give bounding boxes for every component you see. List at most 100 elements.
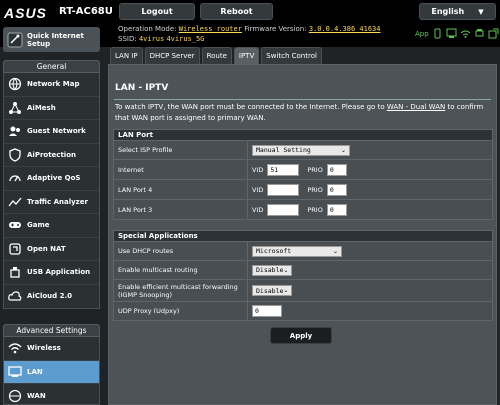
asus-logo: ASUS [4, 5, 47, 21]
guest-icon [8, 124, 22, 138]
wifi-icon [8, 341, 22, 355]
tab-bar: LAN IP DHCP Server Route IPTV Switch Con… [110, 47, 322, 64]
wifi-status-icon[interactable] [460, 28, 471, 39]
lan-port-4-row: LAN Port 4 VID PRIO 0 [113, 180, 493, 200]
isp-profile-label: Select ISP Profile [114, 141, 248, 159]
multicast-routing-label: Enable multicast routing [114, 261, 248, 279]
sidebar-item-label: Adaptive QoS [27, 174, 81, 183]
lan-port-4-label: LAN Port 4 [114, 180, 248, 199]
status-icons [432, 28, 499, 39]
network-status-icon[interactable] [446, 28, 457, 39]
ssid-5g: 4virus_5G [166, 35, 205, 43]
sidebar-item-label: Guest Network [27, 127, 86, 136]
sidebar-item-lan[interactable]: LAN [4, 360, 99, 384]
chevron-down-icon: ⌄ [283, 266, 289, 274]
lan3-vid-input[interactable] [267, 203, 300, 216]
sidebar-item-label: LAN [27, 367, 43, 376]
lan-port-3-label: LAN Port 3 [114, 200, 248, 219]
quick-internet-setup-button[interactable]: Quick Internet Setup [3, 27, 100, 52]
tab-switch-control[interactable]: Switch Control [261, 47, 322, 64]
sidebar-item-adaptive-qos[interactable]: Adaptive QoS [4, 167, 99, 191]
cloud-icon [8, 289, 22, 303]
section-heading: LAN Port [113, 129, 493, 141]
sidebar-item-game[interactable]: Game [4, 214, 99, 238]
udp-proxy-input[interactable]: 0 [252, 305, 282, 317]
tab-route[interactable]: Route [201, 47, 232, 64]
vid-label: VID [252, 185, 264, 194]
ssid-label: SSID: [118, 35, 137, 43]
external-link-icon[interactable] [488, 28, 499, 39]
lan3-prio-input[interactable]: 0 [326, 203, 347, 216]
apply-button[interactable]: Apply [270, 327, 332, 344]
ssid-line: SSID: 4virus 4virus_5G [118, 35, 204, 43]
tab-dhcp-server[interactable]: DHCP Server [144, 47, 200, 64]
sidebar-item-label: Game [27, 221, 50, 230]
description-text: To watch IPTV, the WAN port must be conn… [115, 103, 387, 111]
mobile-app-icon[interactable] [432, 28, 443, 39]
sidebar-item-usb-application[interactable]: USB Application [4, 261, 99, 285]
gamepad-icon [8, 218, 22, 232]
main-panel: LAN - IPTV To watch IPTV, the WAN port m… [108, 64, 497, 405]
sidebar-item-label: AiMesh [27, 103, 56, 112]
internet-prio-input[interactable]: 0 [326, 163, 347, 176]
general-heading: General [3, 60, 100, 73]
igmp-snooping-row: Enable efficient multicast forwarding (I… [113, 280, 493, 302]
language-select[interactable]: English ▼ [419, 3, 496, 20]
wand-icon [6, 31, 24, 49]
sidebar-item-wireless[interactable]: Wireless [4, 337, 99, 361]
ssid-2g: 4virus [138, 35, 165, 43]
vid-label: VID [252, 205, 264, 214]
sidebar-item-aicloud[interactable]: AiCloud 2.0 [4, 285, 99, 309]
udp-proxy-row: UDP Proxy (Udpxy) 0 [113, 302, 493, 321]
chevron-down-icon: ⌄ [332, 247, 338, 255]
mesh-icon [8, 101, 22, 115]
dhcp-routes-row: Use DHCP routes Microsoft ⌄ [113, 242, 493, 261]
igmp-snooping-label: Enable efficient multicast forwarding (I… [114, 280, 248, 301]
vid-label: VID [252, 165, 264, 174]
app-link[interactable]: App [415, 30, 429, 38]
sidebar-item-open-nat[interactable]: Open NAT [4, 238, 99, 261]
special-applications-section: Special Applications Use DHCP routes Mic… [113, 230, 493, 321]
lan-icon [8, 365, 22, 379]
isp-profile-value: Manual Setting [256, 146, 311, 154]
lan4-prio-input[interactable]: 0 [326, 183, 347, 196]
globe-icon [8, 77, 22, 91]
chevron-down-icon: ▼ [478, 7, 484, 16]
isp-profile-row: Select ISP Profile Manual Setting ⌄ [113, 141, 493, 160]
usb-status-icon[interactable] [474, 28, 485, 39]
tab-iptv[interactable]: IPTV [233, 47, 260, 64]
operation-mode-label: Operation Mode: [118, 25, 177, 33]
sidebar-item-aiprotection[interactable]: AiProtection [4, 144, 99, 167]
sidebar-item-aimesh[interactable]: AiMesh [4, 97, 99, 120]
lan4-vid-input[interactable] [267, 183, 300, 196]
firmware-version-link[interactable]: 3.0.0.4.386_41634 [309, 25, 381, 33]
sidebar-item-wan[interactable]: WAN [4, 384, 99, 404]
sidebar-item-label: Traffic Analyzer [27, 197, 88, 206]
page-description: To watch IPTV, the WAN port must be conn… [115, 102, 493, 124]
prio-label: PRIO [307, 185, 323, 194]
operation-mode-line: Operation Mode: Wireless router Firmware… [118, 25, 380, 33]
advanced-nav: Wireless LAN WAN [3, 337, 100, 405]
udp-proxy-label: UDP Proxy (Udpxy) [114, 302, 248, 320]
tab-lan-ip[interactable]: LAN IP [110, 47, 143, 64]
section-heading: Special Applications [113, 230, 493, 242]
logout-button[interactable]: Logout [119, 3, 195, 20]
isp-profile-select[interactable]: Manual Setting ⌄ [252, 144, 350, 156]
wan-dual-wan-link[interactable]: WAN - Dual WAN [387, 103, 445, 111]
internet-vid-input[interactable]: 51 [267, 163, 300, 176]
sidebar-item-traffic-analyzer[interactable]: Traffic Analyzer [4, 191, 99, 214]
internet-label: Internet [114, 160, 248, 179]
dhcp-routes-select[interactable]: Microsoft ⌄ [252, 245, 342, 257]
sidebar-item-network-map[interactable]: Network Map [4, 73, 99, 97]
igmp-snooping-select[interactable]: Disable ⌄ [252, 285, 292, 296]
sidebar-item-guest-network[interactable]: Guest Network [4, 120, 99, 144]
multicast-routing-select[interactable]: Disable ⌄ [252, 264, 292, 276]
reboot-button[interactable]: Reboot [200, 3, 273, 20]
lan-port-section: LAN Port Select ISP Profile Manual Setti… [113, 129, 493, 220]
sidebar-item-label: USB Application [27, 268, 91, 277]
multicast-routing-value: Disable [256, 266, 284, 274]
usb-icon [8, 265, 22, 279]
operation-mode-link[interactable]: Wireless router [179, 25, 242, 33]
analyzer-icon [8, 195, 22, 209]
sidebar-item-label: WAN [27, 391, 46, 400]
